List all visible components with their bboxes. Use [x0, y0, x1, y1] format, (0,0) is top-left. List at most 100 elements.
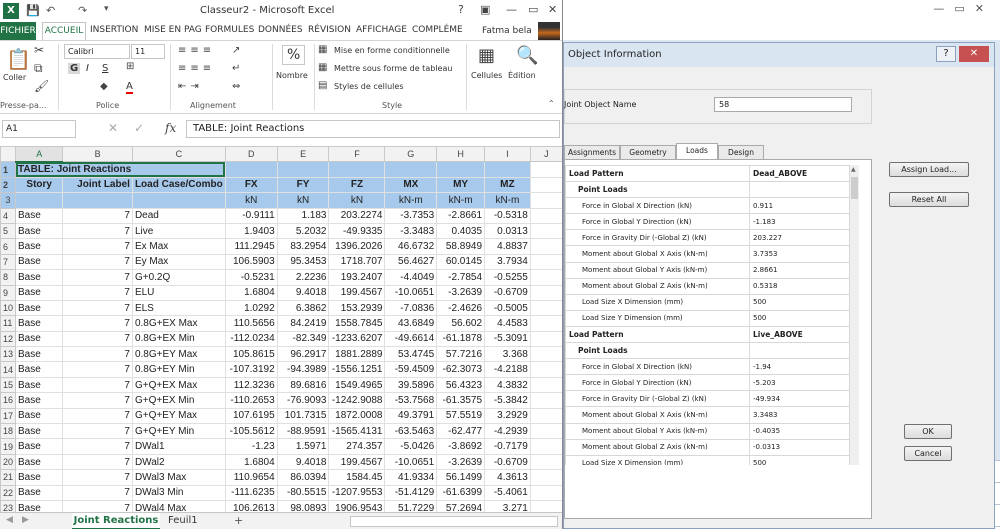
load-property-value[interactable]: Dead_ABOVE: [749, 165, 850, 183]
cell[interactable]: Base: [15, 315, 64, 332]
dialog-close-button[interactable]: ✕: [959, 46, 989, 62]
cell[interactable]: -94.3989: [276, 361, 330, 378]
table-format-icon[interactable]: ▦: [318, 62, 327, 73]
cell[interactable]: 7: [62, 361, 133, 378]
cell[interactable]: -1.23: [224, 438, 278, 455]
cell[interactable]: [529, 269, 562, 286]
cell[interactable]: [529, 407, 562, 425]
load-row[interactable]: Force in Global Y Direction (kN) -1.183: [565, 213, 850, 231]
row-header[interactable]: 12: [0, 330, 17, 348]
cell[interactable]: 84.2419: [276, 315, 330, 332]
load-row[interactable]: Load Pattern Dead_ABOVE: [565, 165, 850, 183]
cell[interactable]: 110.9654: [224, 469, 278, 486]
cell[interactable]: [328, 161, 386, 178]
cell[interactable]: 0.8G+EX Max: [131, 315, 226, 332]
cell[interactable]: -61.3575: [436, 392, 486, 409]
name-box[interactable]: A1: [2, 120, 76, 138]
load-property-value[interactable]: 500: [749, 293, 850, 311]
cell[interactable]: 7: [62, 484, 133, 501]
cell[interactable]: 0.4035: [436, 222, 486, 240]
tab-donnees[interactable]: DONNÉES: [258, 25, 303, 35]
cell[interactable]: [529, 176, 562, 194]
sheet-tab-joint-reactions[interactable]: Joint Reactions: [72, 513, 160, 529]
cell[interactable]: 7: [62, 423, 133, 440]
cell[interactable]: 7: [62, 407, 133, 425]
column-header[interactable]: A: [15, 146, 64, 163]
cell[interactable]: [529, 207, 562, 224]
cell[interactable]: -1565.4131: [328, 423, 386, 440]
cell[interactable]: 9.4018: [276, 453, 330, 471]
cell[interactable]: [276, 161, 330, 178]
cell[interactable]: 4.8837: [484, 238, 531, 255]
save-icon[interactable]: 💾: [26, 4, 40, 17]
indent-icon[interactable]: ⇤⇥: [178, 81, 203, 92]
paste-button[interactable]: Coller: [3, 73, 26, 82]
unit-cell[interactable]: kN: [276, 192, 330, 209]
load-property-value[interactable]: [749, 181, 850, 199]
prev-sheet-icon[interactable]: ◀: [6, 515, 13, 525]
cell[interactable]: 1.5971: [276, 438, 330, 455]
cell[interactable]: DWal3 Min: [131, 484, 226, 501]
column-label[interactable]: FY: [276, 176, 330, 194]
cell[interactable]: [529, 161, 562, 178]
scroll-up-icon[interactable]: ▲: [851, 166, 856, 173]
cell[interactable]: DWal3 Max: [131, 469, 226, 486]
worksheet-grid[interactable]: A B C D E F G H I J 1 TABLE: Joint Reactions 2 Story J…: [0, 146, 562, 516]
cell[interactable]: -80.5515: [276, 484, 330, 501]
load-property-value[interactable]: Live_ABOVE: [749, 325, 850, 344]
cell[interactable]: 7: [62, 299, 133, 317]
load-property-value[interactable]: -1.183: [749, 213, 850, 231]
cell[interactable]: [529, 484, 562, 501]
cell[interactable]: 86.0394: [276, 469, 330, 486]
cell[interactable]: 1.6804: [224, 453, 278, 471]
cell[interactable]: Base: [15, 346, 64, 363]
ribbon-display-icon[interactable]: ▣: [480, 3, 490, 16]
column-header[interactable]: G: [384, 146, 438, 163]
cell[interactable]: 83.2954: [276, 238, 330, 255]
format-painter-icon[interactable]: 🖌: [34, 79, 49, 93]
unit-cell[interactable]: kN-m: [484, 192, 531, 209]
column-header[interactable]: F: [328, 146, 386, 163]
load-property-value[interactable]: -0.0313: [749, 438, 850, 456]
load-property-value[interactable]: 500: [749, 309, 850, 327]
horizontal-scrollbar[interactable]: [350, 516, 558, 527]
cell[interactable]: 39.5896: [384, 376, 438, 394]
cell[interactable]: 0.8G+EX Min: [131, 330, 226, 348]
cell[interactable]: -0.5318: [484, 207, 531, 224]
formula-input[interactable]: TABLE: Joint Reactions: [186, 120, 560, 138]
copy-icon[interactable]: ⧉: [34, 61, 43, 76]
insert-function-icon[interactable]: fx: [165, 121, 176, 135]
load-row[interactable]: Moment about Global X Axis (kN-m) 3.7353: [565, 245, 850, 263]
cell[interactable]: [529, 222, 562, 240]
cell[interactable]: 1584.45: [328, 469, 386, 486]
cell[interactable]: 1872.0008: [328, 407, 386, 425]
cell[interactable]: Ey Max: [131, 253, 226, 271]
load-property-value[interactable]: -49.934: [749, 390, 850, 408]
cell[interactable]: 7: [62, 453, 133, 471]
column-label[interactable]: Story: [15, 176, 64, 194]
row-header[interactable]: 5: [0, 222, 17, 240]
collapse-ribbon-icon[interactable]: ⌃: [548, 99, 555, 108]
cell[interactable]: 96.2917: [276, 346, 330, 363]
cell[interactable]: 1558.7845: [328, 315, 386, 332]
column-header[interactable]: J: [529, 146, 562, 163]
cell[interactable]: 203.2274: [328, 207, 386, 224]
cell[interactable]: G+Q+EY Min: [131, 423, 226, 440]
cell[interactable]: [484, 161, 531, 178]
load-property-value[interactable]: 3.3483: [749, 406, 850, 424]
joint-object-name-field[interactable]: 58: [714, 97, 852, 112]
cell[interactable]: Base: [15, 361, 64, 378]
cell[interactable]: 95.3453: [276, 253, 330, 271]
cell[interactable]: Base: [15, 299, 64, 317]
row-header[interactable]: 19: [0, 438, 17, 455]
underline-button[interactable]: S: [102, 63, 108, 74]
font-color-button[interactable]: A: [126, 81, 133, 94]
cell[interactable]: 7: [62, 207, 133, 224]
cell[interactable]: 3.7934: [484, 253, 531, 271]
cell[interactable]: -49.9335: [328, 222, 386, 240]
cell[interactable]: [529, 253, 562, 271]
cell[interactable]: Base: [15, 407, 64, 425]
load-row[interactable]: Force in Global X Direction (kN) -1.94: [565, 358, 850, 376]
cell[interactable]: G+0.2Q: [131, 269, 226, 286]
row-header[interactable]: 16: [0, 392, 17, 409]
